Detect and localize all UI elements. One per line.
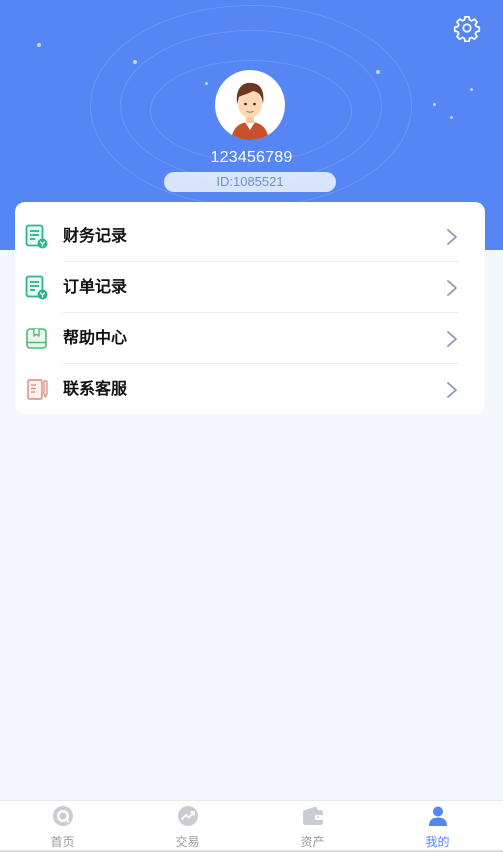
tab-mine[interactable]: 我的 bbox=[375, 801, 500, 851]
chevron-right-icon bbox=[445, 228, 459, 246]
settings-button[interactable] bbox=[453, 14, 481, 43]
menu-item-order-record[interactable]: 订单记录 bbox=[15, 262, 485, 313]
menu-label: 订单记录 bbox=[63, 279, 128, 296]
tab-assets[interactable]: 资产 bbox=[250, 801, 375, 851]
tab-trade[interactable]: 交易 bbox=[125, 801, 250, 851]
user-avatar-icon bbox=[231, 82, 269, 140]
tab-label: 首页 bbox=[50, 835, 75, 849]
avatar[interactable] bbox=[215, 70, 285, 140]
decor-dot bbox=[37, 43, 41, 47]
decor-dot bbox=[376, 70, 380, 74]
bottom-tab-bar: 首页 交易 资产 我的 bbox=[0, 800, 503, 851]
tab-label: 我的 bbox=[425, 835, 450, 849]
decor-dot bbox=[205, 82, 208, 85]
menu-item-help-center[interactable]: 帮助中心 bbox=[15, 313, 485, 364]
decor-dot bbox=[133, 60, 137, 64]
chevron-right-icon bbox=[445, 381, 459, 399]
tab-home[interactable]: 首页 bbox=[0, 801, 125, 851]
home-icon bbox=[52, 805, 74, 827]
order-record-icon bbox=[25, 275, 49, 301]
trade-icon bbox=[177, 805, 199, 827]
username: 123456789 bbox=[210, 149, 293, 166]
menu-label: 帮助中心 bbox=[63, 330, 128, 347]
decor-dot bbox=[433, 103, 436, 106]
menu-item-finance-record[interactable]: 财务记录 bbox=[15, 211, 485, 262]
menu-label: 联系客服 bbox=[63, 381, 128, 398]
tab-label: 交易 bbox=[175, 835, 200, 849]
menu-item-customer-service[interactable]: 联系客服 bbox=[15, 364, 485, 415]
menu-card: 财务记录 订单记录 帮助中心 联系客服 bbox=[15, 202, 485, 414]
tab-label: 资产 bbox=[300, 835, 325, 849]
help-book-icon bbox=[25, 326, 49, 352]
profile-icon bbox=[427, 805, 449, 827]
chevron-right-icon bbox=[445, 279, 459, 297]
customer-service-icon bbox=[25, 377, 49, 403]
decor-dot bbox=[470, 88, 473, 91]
chevron-right-icon bbox=[445, 330, 459, 348]
finance-record-icon bbox=[25, 224, 49, 250]
menu-label: 财务记录 bbox=[63, 228, 128, 245]
decor-dot bbox=[450, 116, 453, 119]
user-id-badge: ID:1085521 bbox=[164, 172, 336, 192]
wallet-icon bbox=[302, 805, 324, 827]
gear-icon bbox=[453, 16, 481, 43]
